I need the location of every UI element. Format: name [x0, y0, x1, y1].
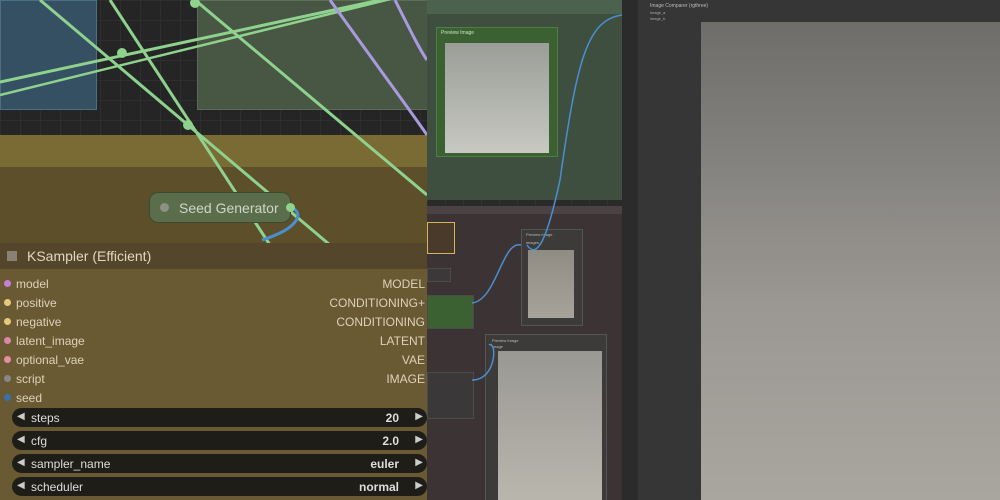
node-title: KSampler (Efficient)	[27, 248, 152, 264]
input-label: image	[492, 344, 503, 349]
input-slot-icon[interactable]	[4, 299, 11, 306]
small-node[interactable]	[427, 268, 451, 282]
widget-value[interactable]: normal	[359, 480, 399, 494]
input-label: script	[16, 372, 45, 386]
input-slot-icon[interactable]	[4, 337, 11, 344]
image-comparer-node[interactable]: Image Comparer (rgthree) image_a image_b	[638, 0, 1000, 500]
output-label: CONDITIONING	[336, 315, 425, 329]
widget-label: cfg	[31, 434, 48, 448]
left-canvas[interactable]: Seed Generator KSampler (Efficient) mode…	[0, 0, 427, 500]
input-slot-icon[interactable]	[4, 394, 11, 401]
increment-arrow-icon[interactable]: ▶	[415, 480, 423, 491]
output-slot[interactable]	[286, 203, 295, 212]
steps-widget[interactable]: ◀ steps 20 ▶	[12, 408, 427, 427]
input-row-model[interactable]: model MODEL	[0, 275, 427, 294]
decrement-arrow-icon[interactable]: ◀	[17, 411, 25, 422]
node-title: Image Comparer (rgthree)	[650, 3, 709, 9]
increment-arrow-icon[interactable]: ▶	[415, 411, 423, 422]
comparison-image[interactable]	[701, 22, 1000, 500]
input-slot-icon[interactable]	[4, 375, 11, 382]
input-row-optional-vae[interactable]: optional_vae VAE	[0, 351, 427, 370]
widget-value[interactable]: 20	[386, 411, 399, 425]
widget-label: steps	[31, 411, 60, 425]
output-label: IMAGE	[386, 372, 425, 386]
input-label: optional_vae	[16, 353, 85, 367]
node-title: Preview Image	[441, 30, 475, 36]
ksampler-node[interactable]: KSampler (Efficient) model MODEL positiv…	[0, 243, 427, 500]
output-label: LATENT	[379, 334, 425, 348]
right-canvas[interactable]: Image Comparer (rgthree) image_a image_b	[622, 0, 1000, 500]
collapse-dot-icon[interactable]	[160, 203, 169, 212]
widget-value[interactable]: 2.0	[382, 434, 399, 448]
preview-image-node[interactable]: Preview Image	[436, 27, 558, 157]
input-row-negative[interactable]: negative CONDITIONING	[0, 313, 427, 332]
decrement-arrow-icon[interactable]: ◀	[17, 434, 25, 445]
increment-arrow-icon[interactable]: ▶	[415, 434, 423, 445]
yellow-node-group[interactable]	[0, 135, 427, 245]
preview-image	[528, 250, 574, 318]
input-slot-icon[interactable]	[4, 280, 11, 287]
input-row-script[interactable]: script IMAGE	[0, 370, 427, 389]
widget-label: scheduler	[31, 480, 84, 494]
cfg-widget[interactable]: ◀ cfg 2.0 ▶	[12, 431, 427, 450]
widget-label: sampler_name	[31, 457, 111, 471]
input-slot-icon[interactable]	[4, 318, 11, 325]
group-header[interactable]	[427, 206, 622, 214]
increment-arrow-icon[interactable]: ▶	[415, 457, 423, 468]
input-label: latent_image	[16, 334, 85, 348]
decrement-arrow-icon[interactable]: ◀	[17, 457, 25, 468]
input-row-latent-image[interactable]: latent_image LATENT	[0, 332, 427, 351]
output-label: CONDITIONING+	[329, 296, 425, 310]
group-header[interactable]	[427, 0, 622, 14]
input-label: image_b	[650, 16, 666, 21]
collapse-square-icon[interactable]	[7, 251, 17, 261]
preview-image	[498, 351, 602, 500]
node-title: Preview Image	[526, 232, 553, 237]
input-row-seed[interactable]: seed	[0, 389, 427, 408]
input-label: negative	[16, 315, 62, 329]
sampler-name-widget[interactable]: ◀ sampler_name euler ▶	[12, 454, 427, 473]
widget-value[interactable]: euler	[370, 457, 399, 471]
blue-node-group[interactable]	[0, 0, 97, 110]
small-node[interactable]	[427, 222, 455, 254]
group-header[interactable]	[0, 135, 427, 167]
preview-image-node[interactable]: Preview Image image	[485, 334, 607, 500]
output-label: MODEL	[382, 277, 425, 291]
preview-image-node[interactable]: Preview Image images	[521, 229, 583, 326]
input-row-positive[interactable]: positive CONDITIONING+	[0, 294, 427, 313]
input-label: positive	[16, 296, 57, 310]
output-label: VAE	[401, 353, 425, 367]
seed-node-label: Seed Generator	[179, 199, 279, 216]
preview-image	[445, 43, 549, 153]
middle-canvas[interactable]: Preview Image Preview Image images Previ…	[427, 0, 622, 500]
input-slot-icon[interactable]	[4, 356, 11, 363]
seed-generator-node[interactable]: Seed Generator	[150, 193, 295, 222]
scheduler-widget[interactable]: ◀ scheduler normal ▶	[12, 477, 427, 496]
small-node[interactable]	[427, 295, 474, 329]
node-title: Preview Image	[492, 338, 519, 343]
small-node[interactable]	[427, 372, 474, 419]
decrement-arrow-icon[interactable]: ◀	[17, 480, 25, 491]
green-node-group[interactable]	[197, 0, 427, 110]
node-title-bar[interactable]: KSampler (Efficient)	[0, 243, 427, 269]
input-label: images	[526, 240, 539, 245]
input-label: image_a	[650, 10, 666, 15]
input-label: seed	[16, 391, 43, 405]
input-label: model	[16, 277, 49, 291]
